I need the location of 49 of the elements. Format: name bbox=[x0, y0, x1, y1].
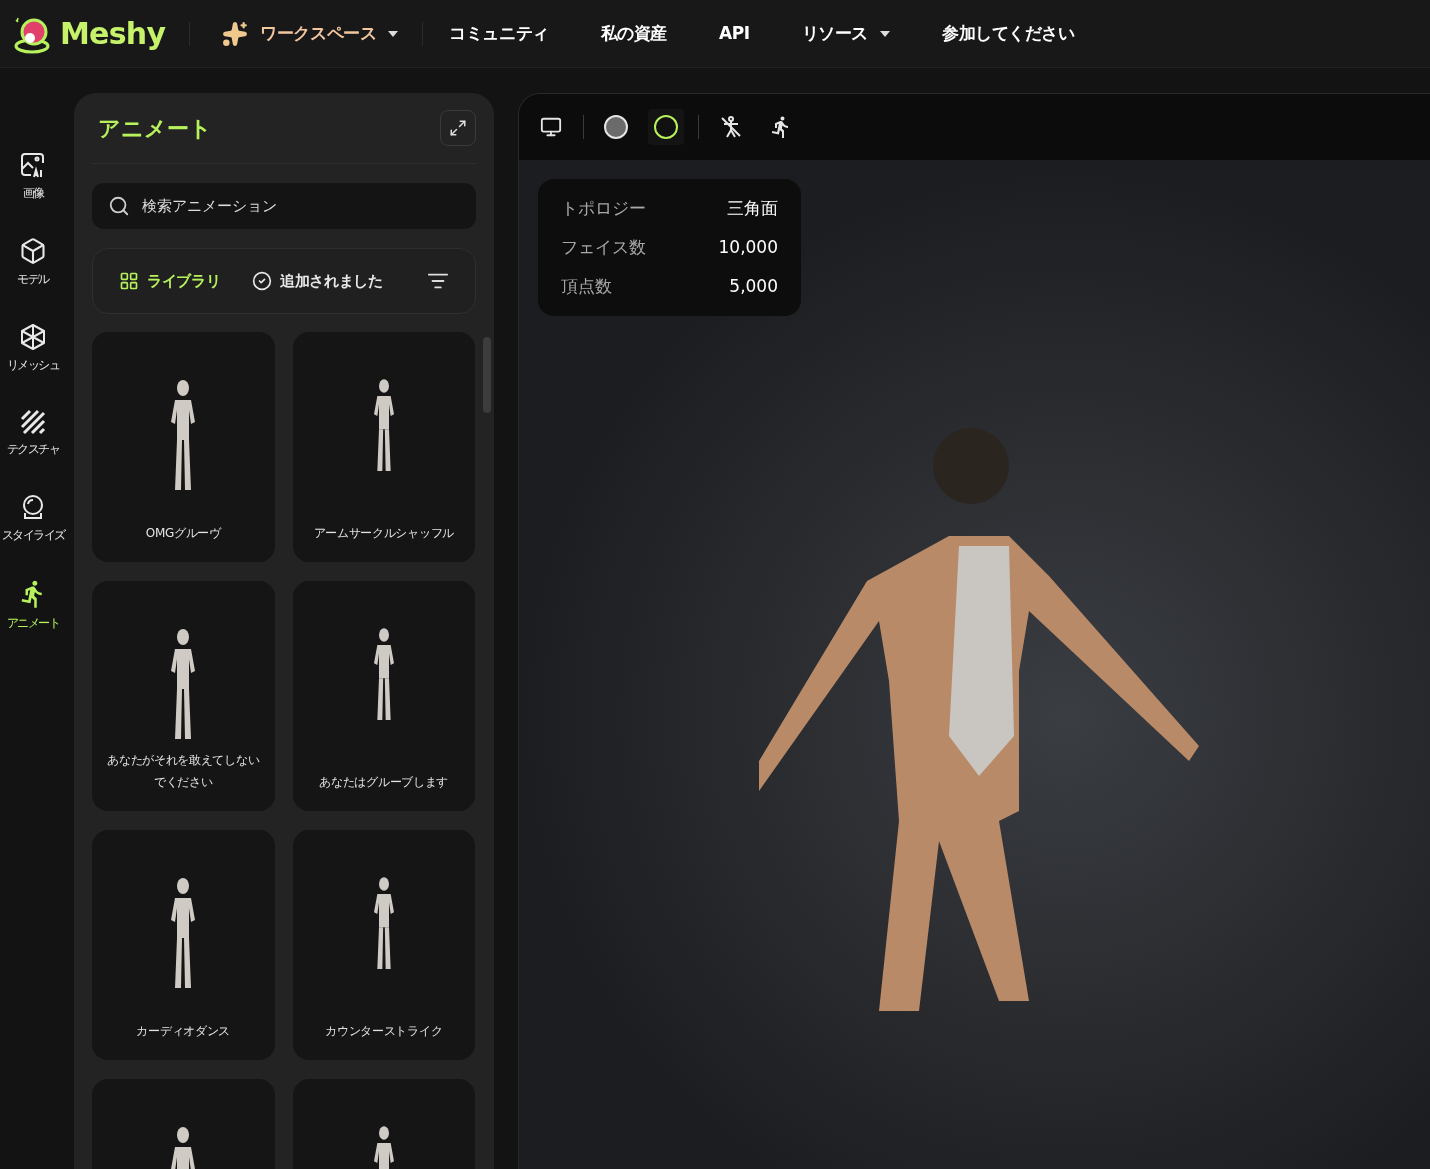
stat-label: トポロジー bbox=[561, 197, 646, 220]
nav-link[interactable]: ワークスペース bbox=[190, 0, 423, 67]
stat-label: 頂点数 bbox=[561, 275, 612, 298]
stat-label: フェイス数 bbox=[561, 236, 646, 259]
animation-card[interactable]: カウンターストライク bbox=[292, 830, 475, 1060]
caret-icon bbox=[388, 30, 399, 37]
nav-link[interactable]: 私の資産 bbox=[574, 0, 694, 67]
rail-item[interactable]: モデル bbox=[0, 237, 66, 285]
rail-item[interactable]: リメッシュ bbox=[0, 323, 66, 371]
nav-link[interactable]: リソース bbox=[775, 0, 916, 67]
animation-card[interactable]: アームサークルシャッフル bbox=[292, 332, 475, 562]
rail-item[interactable]: スタイライズ bbox=[0, 493, 66, 541]
expand-button[interactable] bbox=[440, 110, 476, 146]
animation-card[interactable]: OMGグルーヴ bbox=[92, 332, 275, 562]
rail-item[interactable]: 画像 bbox=[0, 151, 66, 199]
panel-title: アニメート bbox=[97, 114, 212, 143]
cube-icon bbox=[19, 237, 47, 265]
search-field[interactable]: 検索アニメーション bbox=[92, 183, 476, 229]
tab[interactable]: ライブラリ bbox=[119, 269, 221, 293]
tab[interactable]: 追加されました bbox=[252, 269, 383, 293]
animation-card[interactable]: カーディオダンス bbox=[92, 830, 275, 1060]
mesh-icon bbox=[19, 323, 47, 351]
nav-link[interactable]: コミュニティ bbox=[423, 0, 575, 67]
animation-name: アームサークルシャッフル bbox=[313, 525, 454, 542]
search-icon bbox=[108, 195, 130, 217]
stat-value: 5,000 bbox=[729, 275, 778, 298]
animation-name: カーディオダンス bbox=[136, 1023, 231, 1040]
brand-name: Meshy bbox=[60, 15, 166, 53]
rail-item[interactable]: テクスチャ bbox=[0, 409, 66, 455]
animation-name: あなたはグルーブします bbox=[319, 774, 449, 791]
animation-card[interactable]: あなたはグルーブします bbox=[292, 581, 475, 811]
stripes-icon bbox=[20, 409, 46, 435]
expand-icon bbox=[449, 119, 467, 137]
animation-card[interactable]: あなたがそれを敢えてしないでください bbox=[92, 581, 275, 811]
image-ai-icon bbox=[19, 151, 47, 179]
sparkle-icon bbox=[222, 20, 249, 47]
rail-item[interactable]: アニメート bbox=[0, 579, 66, 629]
stat-value: 10,000 bbox=[718, 236, 778, 259]
animation-name: あなたがそれを敢えてしないでください bbox=[106, 752, 261, 791]
grid-icon bbox=[119, 271, 139, 291]
nav-link[interactable]: API bbox=[693, 0, 776, 67]
stat-value: 三角面 bbox=[727, 197, 778, 220]
nav-link[interactable]: 参加してください bbox=[916, 0, 1101, 67]
animation-name: カウンターストライク bbox=[325, 1023, 443, 1040]
caret-icon bbox=[880, 30, 890, 37]
ring-sphere-button[interactable] bbox=[648, 109, 684, 145]
globe-icon bbox=[20, 493, 46, 521]
check-circle-icon bbox=[252, 271, 273, 291]
animation-name: OMGグルーヴ bbox=[145, 525, 221, 542]
